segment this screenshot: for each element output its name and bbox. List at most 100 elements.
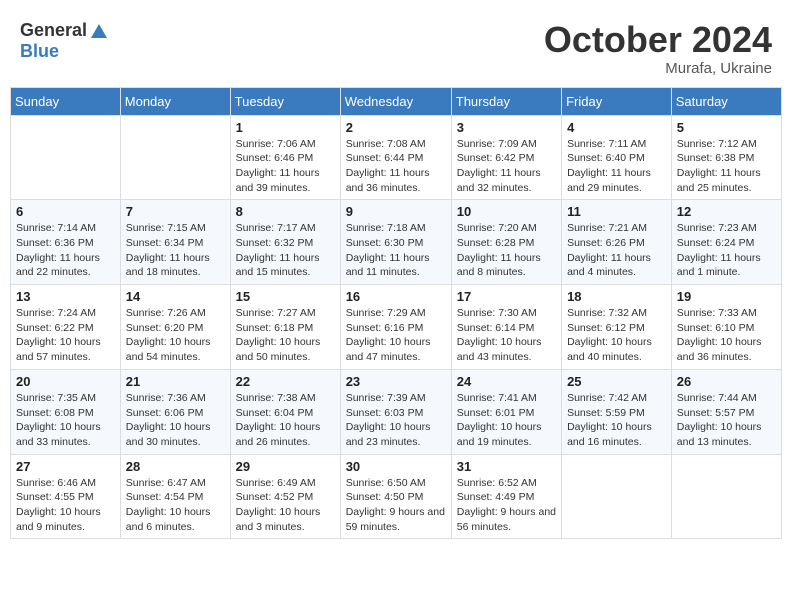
- header-monday: Monday: [120, 87, 230, 115]
- day-info: Sunrise: 7:44 AMSunset: 5:57 PMDaylight:…: [677, 391, 776, 450]
- day-number: 26: [677, 374, 776, 389]
- day-number: 29: [236, 459, 335, 474]
- day-info: Sunrise: 7:33 AMSunset: 6:10 PMDaylight:…: [677, 306, 776, 365]
- day-info: Sunrise: 6:50 AMSunset: 4:50 PMDaylight:…: [346, 476, 446, 535]
- calendar-cell: 25 Sunrise: 7:42 AMSunset: 5:59 PMDaylig…: [562, 369, 672, 454]
- day-info: Sunrise: 7:09 AMSunset: 6:42 PMDaylight:…: [457, 137, 556, 196]
- day-number: 17: [457, 289, 556, 304]
- day-info: Sunrise: 7:12 AMSunset: 6:38 PMDaylight:…: [677, 137, 776, 196]
- calendar-cell: 9 Sunrise: 7:18 AMSunset: 6:30 PMDayligh…: [340, 200, 451, 285]
- calendar-cell: 7 Sunrise: 7:15 AMSunset: 6:34 PMDayligh…: [120, 200, 230, 285]
- day-info: Sunrise: 7:08 AMSunset: 6:44 PMDaylight:…: [346, 137, 446, 196]
- day-number: 5: [677, 120, 776, 135]
- calendar-table: Sunday Monday Tuesday Wednesday Thursday…: [10, 87, 782, 540]
- day-info: Sunrise: 7:06 AMSunset: 6:46 PMDaylight:…: [236, 137, 335, 196]
- page-header: General Blue October 2024 Murafa, Ukrain…: [10, 10, 782, 82]
- day-number: 10: [457, 204, 556, 219]
- day-number: 23: [346, 374, 446, 389]
- logo: General Blue: [20, 20, 109, 62]
- calendar-cell: 14 Sunrise: 7:26 AMSunset: 6:20 PMDaylig…: [120, 285, 230, 370]
- day-info: Sunrise: 7:26 AMSunset: 6:20 PMDaylight:…: [126, 306, 225, 365]
- day-info: Sunrise: 7:24 AMSunset: 6:22 PMDaylight:…: [16, 306, 115, 365]
- calendar-cell: 10 Sunrise: 7:20 AMSunset: 6:28 PMDaylig…: [451, 200, 561, 285]
- calendar-cell: 17 Sunrise: 7:30 AMSunset: 6:14 PMDaylig…: [451, 285, 561, 370]
- calendar-cell: 31 Sunrise: 6:52 AMSunset: 4:49 PMDaylig…: [451, 454, 561, 539]
- day-info: Sunrise: 7:42 AMSunset: 5:59 PMDaylight:…: [567, 391, 666, 450]
- day-info: Sunrise: 7:18 AMSunset: 6:30 PMDaylight:…: [346, 221, 446, 280]
- day-number: 11: [567, 204, 666, 219]
- calendar-cell: 4 Sunrise: 7:11 AMSunset: 6:40 PMDayligh…: [562, 115, 672, 200]
- day-info: Sunrise: 6:47 AMSunset: 4:54 PMDaylight:…: [126, 476, 225, 535]
- day-number: 8: [236, 204, 335, 219]
- day-number: 24: [457, 374, 556, 389]
- calendar-cell: 19 Sunrise: 7:33 AMSunset: 6:10 PMDaylig…: [671, 285, 781, 370]
- month-title: October 2024: [544, 20, 772, 60]
- calendar-header-row: Sunday Monday Tuesday Wednesday Thursday…: [11, 87, 782, 115]
- calendar-cell: [11, 115, 121, 200]
- day-info: Sunrise: 7:20 AMSunset: 6:28 PMDaylight:…: [457, 221, 556, 280]
- calendar-cell: 8 Sunrise: 7:17 AMSunset: 6:32 PMDayligh…: [230, 200, 340, 285]
- logo-general-text: General: [20, 21, 87, 41]
- day-info: Sunrise: 7:11 AMSunset: 6:40 PMDaylight:…: [567, 137, 666, 196]
- calendar-cell: [671, 454, 781, 539]
- calendar-cell: 6 Sunrise: 7:14 AMSunset: 6:36 PMDayligh…: [11, 200, 121, 285]
- day-number: 6: [16, 204, 115, 219]
- calendar-cell: [562, 454, 672, 539]
- calendar-cell: 22 Sunrise: 7:38 AMSunset: 6:04 PMDaylig…: [230, 369, 340, 454]
- calendar-cell: 20 Sunrise: 7:35 AMSunset: 6:08 PMDaylig…: [11, 369, 121, 454]
- day-info: Sunrise: 7:15 AMSunset: 6:34 PMDaylight:…: [126, 221, 225, 280]
- logo-icon: [89, 22, 109, 42]
- calendar-cell: 18 Sunrise: 7:32 AMSunset: 6:12 PMDaylig…: [562, 285, 672, 370]
- day-number: 20: [16, 374, 115, 389]
- day-number: 1: [236, 120, 335, 135]
- day-number: 2: [346, 120, 446, 135]
- calendar-cell: 24 Sunrise: 7:41 AMSunset: 6:01 PMDaylig…: [451, 369, 561, 454]
- calendar-cell: 5 Sunrise: 7:12 AMSunset: 6:38 PMDayligh…: [671, 115, 781, 200]
- calendar-cell: 28 Sunrise: 6:47 AMSunset: 4:54 PMDaylig…: [120, 454, 230, 539]
- day-number: 12: [677, 204, 776, 219]
- calendar-cell: [120, 115, 230, 200]
- header-saturday: Saturday: [671, 87, 781, 115]
- calendar-cell: 16 Sunrise: 7:29 AMSunset: 6:16 PMDaylig…: [340, 285, 451, 370]
- calendar-cell: 30 Sunrise: 6:50 AMSunset: 4:50 PMDaylig…: [340, 454, 451, 539]
- header-wednesday: Wednesday: [340, 87, 451, 115]
- day-number: 13: [16, 289, 115, 304]
- logo-blue-text: Blue: [20, 42, 109, 62]
- day-info: Sunrise: 7:35 AMSunset: 6:08 PMDaylight:…: [16, 391, 115, 450]
- title-area: October 2024 Murafa, Ukraine: [544, 20, 772, 77]
- calendar-cell: 15 Sunrise: 7:27 AMSunset: 6:18 PMDaylig…: [230, 285, 340, 370]
- day-info: Sunrise: 7:14 AMSunset: 6:36 PMDaylight:…: [16, 221, 115, 280]
- location-subtitle: Murafa, Ukraine: [544, 60, 772, 77]
- day-info: Sunrise: 7:38 AMSunset: 6:04 PMDaylight:…: [236, 391, 335, 450]
- day-info: Sunrise: 6:49 AMSunset: 4:52 PMDaylight:…: [236, 476, 335, 535]
- day-info: Sunrise: 7:29 AMSunset: 6:16 PMDaylight:…: [346, 306, 446, 365]
- day-number: 3: [457, 120, 556, 135]
- day-info: Sunrise: 7:17 AMSunset: 6:32 PMDaylight:…: [236, 221, 335, 280]
- header-thursday: Thursday: [451, 87, 561, 115]
- header-sunday: Sunday: [11, 87, 121, 115]
- day-info: Sunrise: 7:27 AMSunset: 6:18 PMDaylight:…: [236, 306, 335, 365]
- calendar-row: 13 Sunrise: 7:24 AMSunset: 6:22 PMDaylig…: [11, 285, 782, 370]
- day-number: 21: [126, 374, 225, 389]
- calendar-row: 6 Sunrise: 7:14 AMSunset: 6:36 PMDayligh…: [11, 200, 782, 285]
- day-info: Sunrise: 7:21 AMSunset: 6:26 PMDaylight:…: [567, 221, 666, 280]
- day-info: Sunrise: 7:30 AMSunset: 6:14 PMDaylight:…: [457, 306, 556, 365]
- calendar-cell: 26 Sunrise: 7:44 AMSunset: 5:57 PMDaylig…: [671, 369, 781, 454]
- calendar-cell: 1 Sunrise: 7:06 AMSunset: 6:46 PMDayligh…: [230, 115, 340, 200]
- calendar-cell: 27 Sunrise: 6:46 AMSunset: 4:55 PMDaylig…: [11, 454, 121, 539]
- calendar-row: 20 Sunrise: 7:35 AMSunset: 6:08 PMDaylig…: [11, 369, 782, 454]
- day-info: Sunrise: 7:23 AMSunset: 6:24 PMDaylight:…: [677, 221, 776, 280]
- day-number: 31: [457, 459, 556, 474]
- day-number: 14: [126, 289, 225, 304]
- day-number: 25: [567, 374, 666, 389]
- calendar-cell: 29 Sunrise: 6:49 AMSunset: 4:52 PMDaylig…: [230, 454, 340, 539]
- day-info: Sunrise: 6:46 AMSunset: 4:55 PMDaylight:…: [16, 476, 115, 535]
- day-info: Sunrise: 7:36 AMSunset: 6:06 PMDaylight:…: [126, 391, 225, 450]
- calendar-cell: 13 Sunrise: 7:24 AMSunset: 6:22 PMDaylig…: [11, 285, 121, 370]
- calendar-cell: 23 Sunrise: 7:39 AMSunset: 6:03 PMDaylig…: [340, 369, 451, 454]
- calendar-cell: 21 Sunrise: 7:36 AMSunset: 6:06 PMDaylig…: [120, 369, 230, 454]
- header-tuesday: Tuesday: [230, 87, 340, 115]
- day-number: 22: [236, 374, 335, 389]
- day-number: 18: [567, 289, 666, 304]
- day-info: Sunrise: 7:39 AMSunset: 6:03 PMDaylight:…: [346, 391, 446, 450]
